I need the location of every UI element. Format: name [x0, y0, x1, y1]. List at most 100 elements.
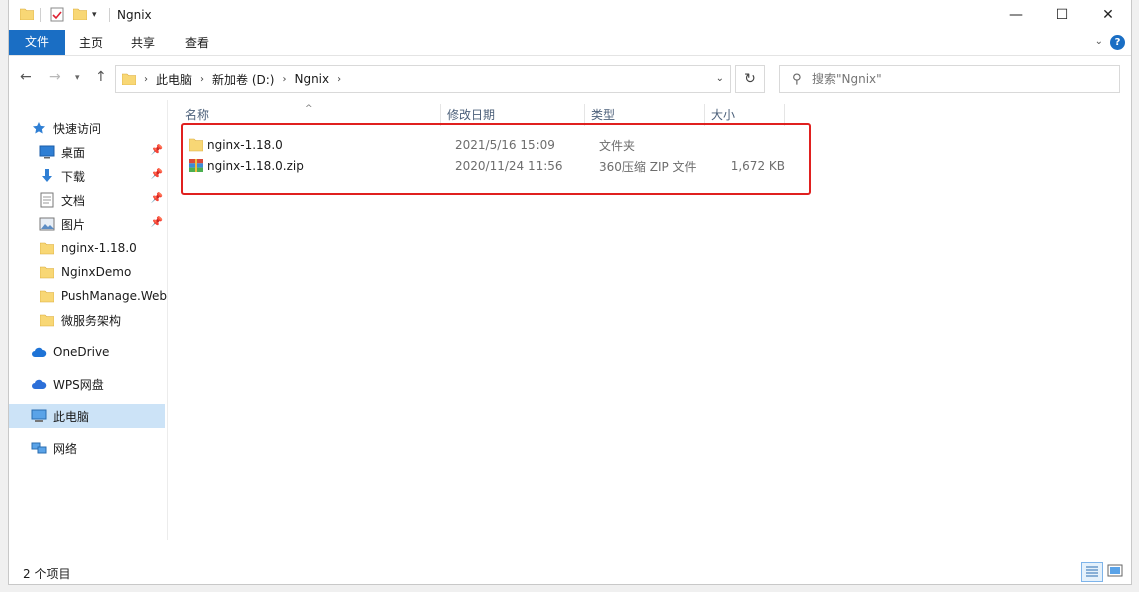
- details-view-button[interactable]: [1081, 562, 1103, 582]
- file-name: nginx-1.18.0: [207, 138, 283, 152]
- chevron-right-icon[interactable]: ›: [200, 74, 204, 85]
- column-label: 名称: [185, 108, 210, 122]
- tab-share[interactable]: 共享: [119, 32, 167, 54]
- documents-icon: [39, 192, 55, 208]
- search-icon: ⚲: [792, 72, 802, 87]
- folder-icon: [39, 264, 55, 280]
- file-name: nginx-1.18.0.zip: [207, 159, 304, 173]
- tab-file[interactable]: 文件: [9, 30, 65, 55]
- download-icon: [39, 168, 55, 184]
- nav-label: NginxDemo: [61, 265, 132, 279]
- tab-home[interactable]: 主页: [67, 32, 115, 54]
- properties-icon[interactable]: [50, 7, 64, 22]
- network-icon: [31, 440, 47, 456]
- sort-ascending-icon: ^: [305, 104, 313, 114]
- pin-icon[interactable]: 📌: [151, 145, 163, 156]
- column-header-modified[interactable]: 修改日期: [441, 104, 585, 126]
- nav-label: 快速访问: [53, 121, 102, 136]
- nav-label: 图片: [61, 217, 86, 232]
- up-arrow-icon[interactable]: ↑: [95, 69, 107, 85]
- forward-arrow-icon[interactable]: →: [49, 69, 61, 85]
- computer-icon: [31, 408, 47, 424]
- breadcrumb-ngnix[interactable]: Ngnix: [294, 72, 329, 86]
- folder-icon: [189, 138, 203, 152]
- explorer-window: ▾ Ngnix — ☐ ✕ 文件 主页 共享 查看 ⌄ ? ← → ▾ ↑ › …: [8, 0, 1132, 585]
- breadcrumb-drive-d[interactable]: 新加卷 (D:): [212, 71, 274, 88]
- title-separator: [109, 8, 110, 22]
- customize-toolbar-icon[interactable]: ▾: [92, 10, 97, 20]
- tab-view[interactable]: 查看: [173, 32, 221, 54]
- expand-ribbon-icon[interactable]: ⌄: [1095, 36, 1103, 47]
- nav-quick-access[interactable]: 快速访问: [31, 116, 187, 140]
- pin-icon[interactable]: 📌: [151, 169, 163, 180]
- file-list: 名称 ^ 修改日期 类型 大小 nginx-1.18.0 2021/5/16 1…: [179, 100, 1119, 540]
- nav-item-pushmanage[interactable]: PushManage.Web: [39, 284, 167, 308]
- item-count: 2 个项目: [23, 567, 71, 581]
- ribbon-tabs: 文件 主页 共享 查看 ⌄ ?: [9, 30, 1131, 56]
- search-input[interactable]: [812, 70, 1107, 88]
- nav-this-pc[interactable]: 此电脑: [9, 404, 165, 428]
- nav-label: OneDrive: [53, 345, 110, 359]
- nav-label: nginx-1.18.0: [61, 241, 137, 255]
- large-icons-view-button[interactable]: [1105, 562, 1127, 582]
- back-arrow-icon[interactable]: ←: [20, 69, 32, 85]
- column-header-type[interactable]: 类型: [585, 104, 705, 126]
- nav-label: WPS网盘: [53, 377, 104, 392]
- column-header-size[interactable]: 大小: [705, 104, 785, 126]
- help-icon[interactable]: ?: [1110, 35, 1125, 50]
- address-bar[interactable]: › 此电脑 › 新加卷 (D:) › Ngnix › ⌄: [115, 65, 731, 93]
- file-modified: 2021/5/16 15:09: [455, 138, 555, 152]
- close-button[interactable]: ✕: [1085, 0, 1131, 30]
- folder-icon: [122, 73, 136, 85]
- chevron-down-icon[interactable]: ⌄: [716, 73, 724, 84]
- cloud-icon: [31, 344, 47, 360]
- folder-icon: [39, 312, 55, 328]
- folder-icon: [39, 288, 55, 304]
- nav-item-microservices[interactable]: 微服务架构: [39, 308, 165, 332]
- nav-item-downloads[interactable]: 下载 📌: [39, 164, 165, 188]
- nav-label: 此电脑: [53, 409, 90, 424]
- nav-network[interactable]: 网络: [31, 436, 187, 460]
- column-label: 大小: [711, 108, 736, 122]
- file-modified: 2020/11/24 11:56: [455, 159, 563, 173]
- pin-icon[interactable]: 📌: [151, 217, 163, 228]
- navigation-pane: 快速访问 桌面 📌 下载 📌 文档 📌 图片 📌 nginx-1.18.0 Ng…: [9, 100, 167, 540]
- large-icons-view-icon: [1107, 564, 1123, 577]
- zip-archive-icon: [189, 159, 203, 172]
- refresh-icon: ↻: [744, 71, 756, 87]
- window-title: Ngnix: [117, 8, 152, 22]
- nav-label: PushManage.Web: [60, 289, 167, 303]
- search-box[interactable]: ⚲: [779, 65, 1120, 93]
- file-row[interactable]: nginx-1.18.0.zip 2020/11/24 11:56 360压缩 …: [187, 155, 807, 177]
- folder-icon[interactable]: [20, 8, 34, 20]
- nav-wps-drive[interactable]: WPS网盘: [31, 372, 187, 396]
- file-row[interactable]: nginx-1.18.0 2021/5/16 15:09 文件夹: [187, 134, 807, 156]
- nav-item-nginxdemo[interactable]: NginxDemo: [39, 260, 165, 284]
- chevron-right-icon[interactable]: ›: [144, 74, 148, 85]
- chevron-right-icon[interactable]: ›: [282, 74, 286, 85]
- pane-divider[interactable]: [167, 100, 168, 540]
- column-header-name[interactable]: 名称 ^: [179, 104, 441, 126]
- maximize-button[interactable]: ☐: [1039, 0, 1085, 30]
- desktop-icon: [39, 144, 55, 160]
- pin-icon[interactable]: 📌: [151, 193, 163, 204]
- chevron-right-icon[interactable]: ›: [337, 74, 341, 85]
- nav-item-desktop[interactable]: 桌面 📌: [39, 140, 165, 164]
- refresh-button[interactable]: ↻: [735, 65, 765, 93]
- address-row: ← → ▾ ↑ › 此电脑 › 新加卷 (D:) › Ngnix › ⌄ ↻ ⚲: [9, 62, 1131, 94]
- file-size: 1,672 KB: [730, 159, 785, 173]
- file-type: 360压缩 ZIP 文件: [599, 159, 697, 174]
- star-icon: [31, 120, 47, 136]
- breadcrumb-this-pc[interactable]: 此电脑: [156, 71, 192, 88]
- nav-item-nginx-folder[interactable]: nginx-1.18.0: [39, 236, 165, 260]
- nav-label: 网络: [53, 441, 78, 456]
- nav-label: 桌面: [61, 145, 86, 160]
- minimize-button[interactable]: —: [993, 0, 1039, 30]
- new-folder-icon[interactable]: [73, 8, 87, 20]
- nav-item-documents[interactable]: 文档 📌: [39, 188, 165, 212]
- nav-onedrive[interactable]: OneDrive: [31, 340, 187, 364]
- file-type: 文件夹: [599, 138, 636, 153]
- column-label: 类型: [591, 108, 616, 122]
- nav-item-pictures[interactable]: 图片 📌: [39, 212, 165, 236]
- recent-locations-icon[interactable]: ▾: [75, 73, 80, 83]
